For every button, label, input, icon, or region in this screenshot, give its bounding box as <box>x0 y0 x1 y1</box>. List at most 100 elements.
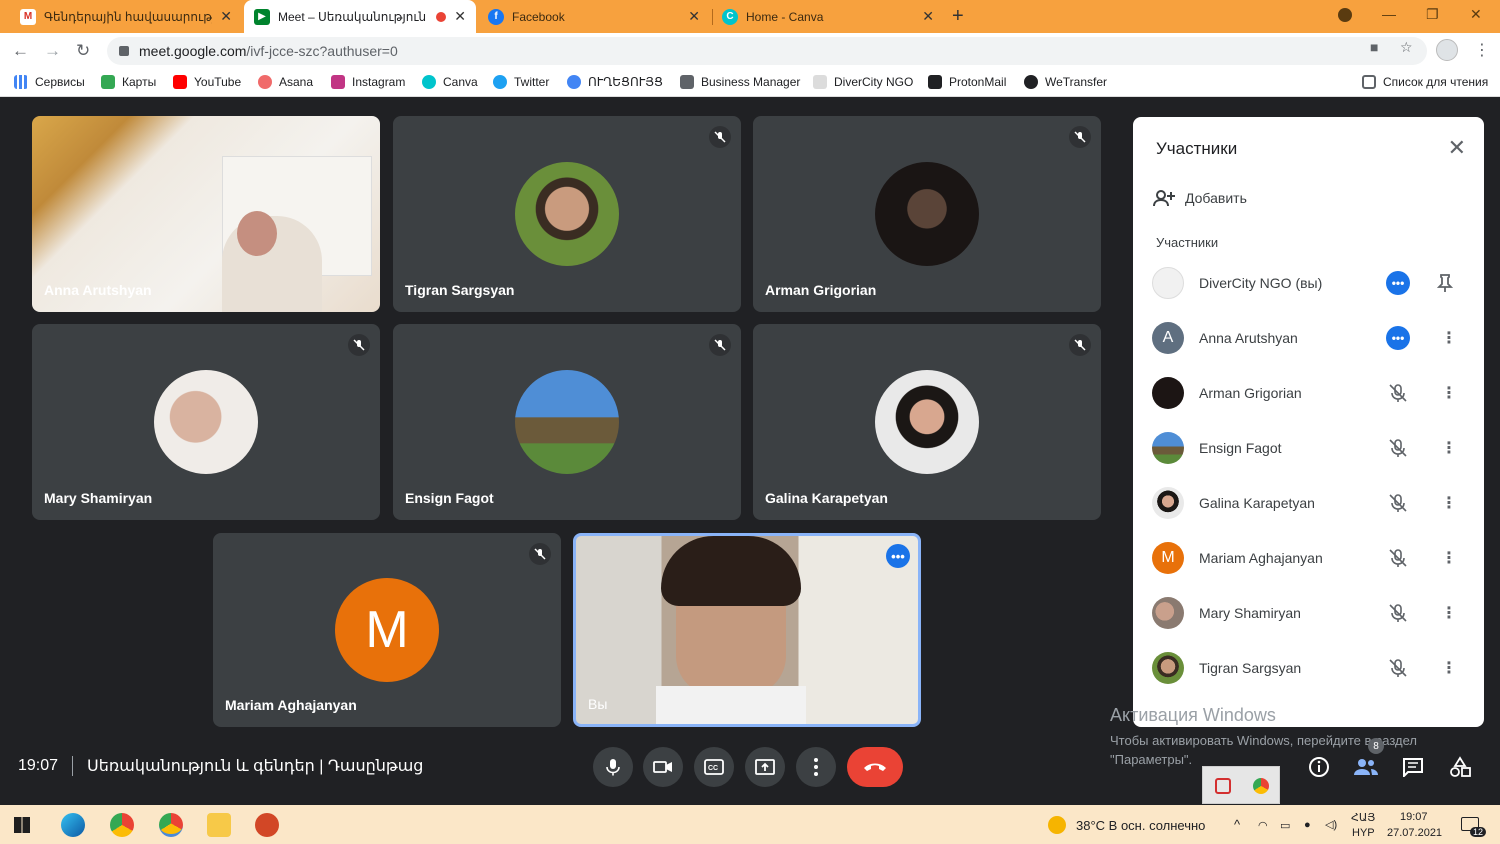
clock-time[interactable]: 19:07 <box>1400 811 1428 823</box>
canva-icon: C <box>722 8 738 25</box>
participant-name: Arman Grigorian <box>765 282 877 298</box>
forward-icon[interactable]: → <box>44 41 61 61</box>
video-tile[interactable]: Tigran Sargsyan <box>393 116 741 312</box>
address-bar[interactable]: meet.google.com/ivf-jcce-szc?authuser=0 <box>107 37 1427 65</box>
pin-icon[interactable] <box>1437 273 1453 293</box>
reading-list-icon <box>1362 75 1376 89</box>
participant-row[interactable]: Mary Shamiryan ⋮ <box>1133 593 1484 633</box>
bookmark-guide[interactable]: ՈՒՂԵՑՈՒՅՑ <box>567 75 663 89</box>
weather-text[interactable]: 38°C В осн. солнечно <box>1076 818 1205 833</box>
captions-button[interactable]: CC <box>694 747 734 787</box>
chat-button[interactable] <box>1398 752 1428 782</box>
more-vert-icon[interactable]: ⋮ <box>1441 383 1457 403</box>
reading-list[interactable]: Список для чтения <box>1362 75 1488 89</box>
new-tab-icon[interactable]: + <box>952 5 964 28</box>
more-vert-icon[interactable]: ⋮ <box>1441 548 1457 568</box>
windows-start-icon[interactable] <box>14 817 30 833</box>
participant-name: Anna Arutshyan <box>1199 330 1298 346</box>
camera-button[interactable] <box>643 747 683 787</box>
video-tile[interactable]: Mary Shamiryan <box>32 324 380 520</box>
camera-icon[interactable]: ■ <box>1370 39 1378 55</box>
close-tab-icon[interactable]: ✕ <box>220 8 232 25</box>
back-icon[interactable]: ← <box>12 41 29 61</box>
more-options-icon[interactable]: ••• <box>886 544 910 568</box>
participant-name: Tigran Sargsyan <box>1199 660 1302 676</box>
closed-caption-icon: CC <box>704 759 724 775</box>
bookmark-wetransfer[interactable]: WeTransfer <box>1024 75 1107 89</box>
leave-call-button[interactable] <box>847 747 903 787</box>
show-hidden-icons-icon[interactable]: ^ <box>1234 817 1240 832</box>
avatar <box>1152 487 1184 519</box>
tab-search-icon[interactable] <box>1338 8 1352 22</box>
close-tab-icon[interactable]: ✕ <box>454 8 466 25</box>
video-tile[interactable]: Anna Arutshyan <box>32 116 380 312</box>
minimize-icon[interactable]: — <box>1382 6 1396 22</box>
participant-row[interactable]: Galina Karapetyan ⋮ <box>1133 483 1484 523</box>
bookmark-services[interactable]: Сервисы <box>14 75 85 89</box>
tab-canva[interactable]: C Home - Canva ✕ <box>712 0 944 33</box>
bookmark-business-manager[interactable]: Business Manager <box>680 75 800 89</box>
bookmark-asana[interactable]: Asana <box>258 75 313 89</box>
browser-menu-icon[interactable]: ⋮ <box>1474 40 1490 60</box>
more-options-button[interactable] <box>796 747 836 787</box>
present-screen-button[interactable] <box>745 747 785 787</box>
edge-icon[interactable] <box>61 813 85 837</box>
bookmark-star-icon[interactable]: ☆ <box>1400 39 1413 56</box>
more-vert-icon[interactable]: ⋮ <box>1441 493 1457 513</box>
clock-date[interactable]: 27.07.2021 <box>1387 827 1442 839</box>
tab-meet[interactable]: ▶ Meet – Սեռականություն և ✕ <box>244 0 476 33</box>
instagram-icon <box>331 75 345 89</box>
participant-row[interactable]: Tigran Sargsyan ⋮ <box>1133 648 1484 688</box>
chrome-icon[interactable] <box>110 813 134 837</box>
participant-row[interactable]: M Mariam Aghajanyan ⋮ <box>1133 538 1484 578</box>
volume-icon[interactable]: ◁) <box>1325 818 1337 831</box>
close-tab-icon[interactable]: ✕ <box>922 8 934 25</box>
powerpoint-icon[interactable] <box>255 813 279 837</box>
network-icon[interactable]: ◠ <box>1258 819 1268 832</box>
more-vert-icon[interactable]: ⋮ <box>1441 603 1457 623</box>
self-view-tile[interactable]: ••• Вы <box>573 533 921 727</box>
chrome-tray-icon[interactable] <box>1253 778 1269 794</box>
close-window-icon[interactable]: ✕ <box>1470 6 1482 23</box>
restore-icon[interactable]: ❐ <box>1426 6 1439 23</box>
more-vert-icon[interactable]: ⋮ <box>1441 438 1457 458</box>
participant-row[interactable]: Ensign Fagot ⋮ <box>1133 428 1484 468</box>
participant-row[interactable]: DiverCity NGO (вы) ••• <box>1133 263 1484 303</box>
bookmark-twitter[interactable]: Twitter <box>493 75 549 89</box>
tab-facebook[interactable]: f Facebook ✕ <box>478 0 710 33</box>
bookmark-maps[interactable]: Карты <box>101 75 156 89</box>
video-tile[interactable]: M Mariam Aghajanyan <box>213 533 561 727</box>
bookmark-youtube[interactable]: YouTube <box>173 75 241 89</box>
participant-row[interactable]: Arman Grigorian ⋮ <box>1133 373 1484 413</box>
close-icon[interactable]: ✕ <box>1448 135 1466 161</box>
reload-icon[interactable]: ↻ <box>76 41 90 61</box>
weather-icon <box>1048 816 1066 834</box>
mic-off-icon <box>529 543 551 565</box>
add-people-button[interactable]: Добавить <box>1153 189 1247 207</box>
bookmark-divercity[interactable]: DiverCity NGO <box>813 75 913 89</box>
language-top[interactable]: ՀԱՅ <box>1351 811 1375 824</box>
security-icon[interactable] <box>1215 778 1231 794</box>
file-explorer-icon[interactable] <box>207 813 231 837</box>
microphone-tray-icon[interactable]: ● <box>1304 819 1311 831</box>
video-tile[interactable]: Arman Grigorian <box>753 116 1101 312</box>
participant-name: Galina Karapetyan <box>765 490 888 506</box>
microphone-button[interactable] <box>593 747 633 787</box>
chrome-profile-icon[interactable] <box>159 813 183 837</box>
meeting-details-button[interactable] <box>1304 752 1334 782</box>
participants-button[interactable] <box>1351 752 1381 782</box>
participant-row[interactable]: A Anna Arutshyan ••• ⋮ <box>1133 318 1484 358</box>
profile-avatar[interactable] <box>1436 39 1458 61</box>
activities-button[interactable] <box>1445 752 1475 782</box>
video-tile[interactable]: Galina Karapetyan <box>753 324 1101 520</box>
battery-icon[interactable]: ▭ <box>1280 819 1290 832</box>
video-tile[interactable]: Ensign Fagot <box>393 324 741 520</box>
bookmark-instagram[interactable]: Instagram <box>331 75 405 89</box>
tab-gmail[interactable]: M Գենդերային հավասարությա ✕ <box>10 0 242 33</box>
more-vert-icon[interactable]: ⋮ <box>1441 658 1457 678</box>
more-vert-icon[interactable]: ⋮ <box>1441 328 1457 348</box>
close-tab-icon[interactable]: ✕ <box>688 8 700 25</box>
bookmark-protonmail[interactable]: ProtonMail <box>928 75 1006 89</box>
bookmark-canva[interactable]: Canva <box>422 75 478 89</box>
language-bottom[interactable]: HYP <box>1352 827 1375 839</box>
